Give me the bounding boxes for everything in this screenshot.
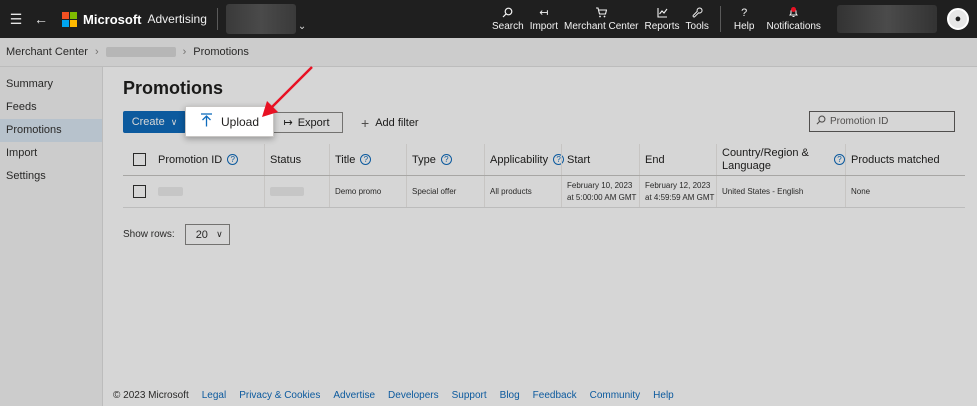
annotation-arrow-icon	[262, 66, 313, 117]
